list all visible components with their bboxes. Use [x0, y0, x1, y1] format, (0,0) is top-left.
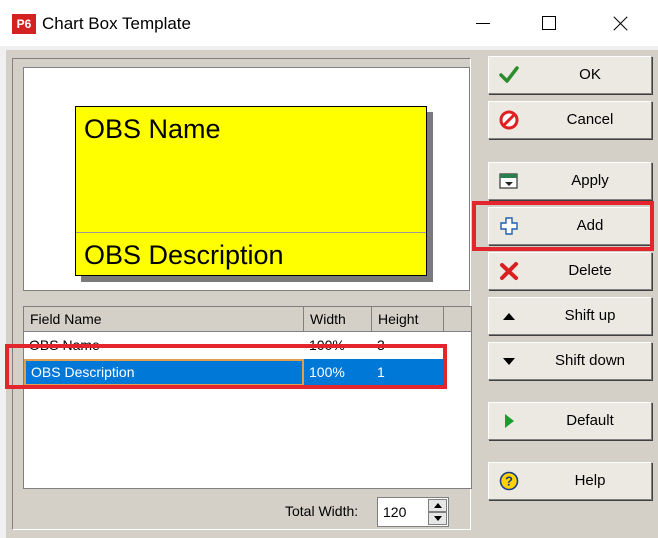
delete-x-icon [500, 262, 518, 280]
help-question-icon: ? [499, 471, 519, 491]
total-width-spinner[interactable] [428, 499, 447, 525]
chart-box: OBS Name OBS Description [75, 106, 427, 276]
shift-down-button-label: Shift down [554, 352, 626, 369]
cancel-icon [499, 110, 519, 130]
play-triangle-icon [505, 414, 514, 428]
shift-up-button-label: Shift up [564, 307, 616, 324]
delete-button[interactable]: Delete [488, 252, 652, 290]
chart-box-template-window: P6 Chart Box Template OBS Name OBS Descr… [0, 0, 658, 538]
fields-grid: Field Name Width Height OBS Name 100% 3 … [23, 306, 472, 489]
spin-up-button[interactable] [428, 499, 447, 512]
apply-button[interactable]: Apply [488, 162, 652, 200]
p6-app-icon: P6 [12, 14, 36, 34]
chart-box-field-obs-description: OBS Description [84, 240, 284, 270]
triangle-up-icon [503, 313, 515, 320]
cancel-button[interactable]: Cancel [488, 101, 652, 139]
chart-box-field-obs-name: OBS Name [84, 114, 221, 144]
column-header-width[interactable]: Width [304, 307, 372, 331]
help-button-label: Help [574, 472, 606, 489]
column-header-field-name[interactable]: Field Name [24, 307, 304, 331]
apply-icon [499, 173, 518, 189]
left-panel: OBS Name OBS Description Field Name Widt… [12, 58, 472, 530]
column-header-height[interactable]: Height [372, 307, 444, 331]
ok-button[interactable]: OK [488, 56, 652, 94]
total-width-input[interactable]: 120 [377, 497, 449, 527]
shift-down-button[interactable]: Shift down [488, 342, 652, 380]
default-button[interactable]: Default [488, 402, 652, 440]
dialog-client-area: OBS Name OBS Description Field Name Widt… [6, 50, 658, 538]
checkmark-icon [499, 66, 519, 83]
close-button[interactable] [598, 8, 644, 38]
shift-up-button[interactable]: Shift up [488, 297, 652, 335]
window-title: Chart Box Template [42, 14, 191, 33]
delete-button-label: Delete [568, 262, 612, 279]
title-bar[interactable]: P6 Chart Box Template [0, 0, 658, 46]
ok-button-label: OK [579, 66, 601, 83]
svg-text:?: ? [505, 474, 513, 489]
chart-box-preview: OBS Name OBS Description [23, 67, 470, 291]
help-button[interactable]: ? Help [488, 462, 652, 500]
grid-header: Field Name Width Height [24, 307, 471, 332]
add-button-highlight [472, 201, 654, 251]
selected-row-highlight [5, 344, 447, 389]
minimize-button[interactable] [460, 8, 506, 38]
maximize-button[interactable] [526, 8, 572, 38]
triangle-down-icon [503, 358, 515, 365]
total-width-label: Total Width: [285, 503, 359, 519]
chart-box-divider [76, 232, 426, 233]
spin-down-button[interactable] [428, 512, 447, 525]
cancel-button-label: Cancel [566, 111, 614, 128]
total-width-value[interactable]: 120 [383, 504, 406, 520]
default-button-label: Default [566, 412, 614, 429]
apply-button-label: Apply [571, 172, 609, 189]
